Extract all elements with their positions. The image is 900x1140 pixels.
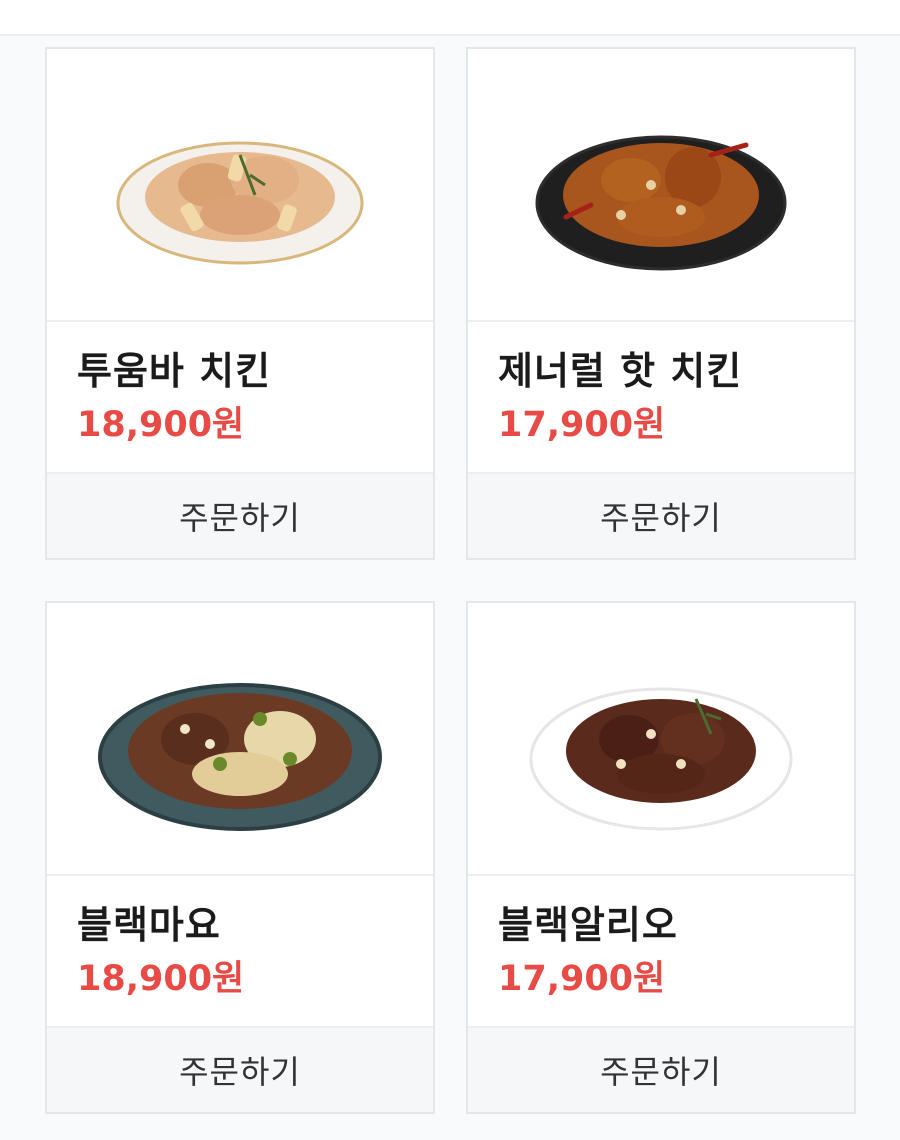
creamy-chicken-plate-image bbox=[116, 141, 364, 264]
product-name: 투움바 치킨 bbox=[77, 349, 272, 393]
top-header-strip bbox=[0, 0, 900, 36]
product-card[interactable]: 블랙알리오 17,900원 주문하기 bbox=[466, 601, 856, 1114]
product-image[interactable] bbox=[468, 603, 854, 876]
product-name: 블랙알리오 bbox=[498, 903, 678, 947]
product-image[interactable] bbox=[47, 49, 433, 322]
product-card[interactable]: 투움바 치킨 18,900원 주문하기 bbox=[45, 47, 435, 560]
product-price: 17,900원 bbox=[498, 959, 666, 999]
order-button[interactable]: 주문하기 bbox=[47, 474, 433, 558]
order-button[interactable]: 주문하기 bbox=[47, 1028, 433, 1112]
product-name: 제너럴 핫 치킨 bbox=[498, 349, 743, 393]
mayo-jalapeno-chicken-plate-image bbox=[98, 682, 382, 831]
product-image[interactable] bbox=[468, 49, 854, 322]
product-price: 17,900원 bbox=[498, 405, 666, 445]
order-button[interactable]: 주문하기 bbox=[468, 1028, 854, 1112]
product-info: 블랙마요 18,900원 bbox=[47, 876, 433, 1028]
product-card[interactable]: 블랙마요 18,900원 주문하기 bbox=[45, 601, 435, 1114]
product-name: 블랙마요 bbox=[77, 903, 221, 947]
garlic-soy-chicken-plate-image bbox=[529, 687, 793, 830]
product-card[interactable]: 제너럴 핫 치킨 17,900원 주문하기 bbox=[466, 47, 856, 560]
product-price: 18,900원 bbox=[77, 959, 245, 999]
order-button[interactable]: 주문하기 bbox=[468, 474, 854, 558]
product-info: 블랙알리오 17,900원 bbox=[468, 876, 854, 1028]
product-info: 투움바 치킨 18,900원 bbox=[47, 322, 433, 474]
spicy-chicken-plate-image bbox=[535, 135, 787, 270]
product-info: 제너럴 핫 치킨 17,900원 bbox=[468, 322, 854, 474]
product-image[interactable] bbox=[47, 603, 433, 876]
product-price: 18,900원 bbox=[77, 405, 245, 445]
product-grid: 투움바 치킨 18,900원 주문하기 제너럴 핫 치킨 17,900원 주문하… bbox=[45, 47, 856, 1114]
